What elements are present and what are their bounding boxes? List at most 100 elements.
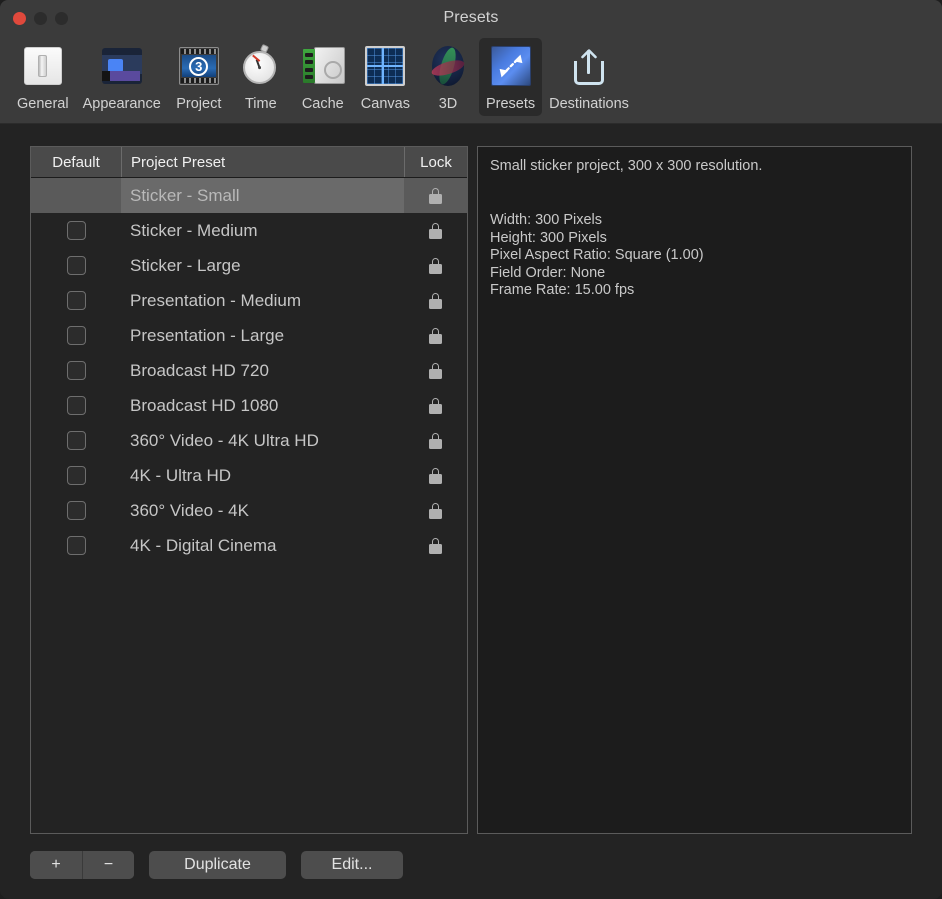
default-checkbox[interactable] (67, 256, 86, 275)
toolbar-label-general: General (17, 96, 69, 112)
toolbar-label-presets: Presets (486, 96, 535, 112)
preset-name-cell[interactable]: Broadcast HD 1080 (121, 388, 404, 423)
default-checkbox[interactable] (67, 466, 86, 485)
toolbar-item-presets[interactable]: Presets (479, 38, 542, 116)
toolbar-item-destinations[interactable]: Destinations (542, 38, 636, 116)
detail-property-line: Field Order: None (490, 265, 899, 283)
table-row[interactable]: Presentation - Large (31, 318, 467, 353)
default-cell[interactable] (31, 283, 121, 318)
default-cell[interactable] (31, 388, 121, 423)
lock-icon (429, 223, 442, 239)
default-cell[interactable] (31, 493, 121, 528)
toolbar-label-project: Project (176, 96, 221, 112)
lock-cell[interactable] (404, 493, 467, 528)
default-cell[interactable] (31, 178, 121, 213)
preset-action-buttons: + − Duplicate Edit... (30, 851, 912, 879)
table-row[interactable]: Broadcast HD 1080 (31, 388, 467, 423)
toolbar-item-canvas[interactable]: Canvas (354, 38, 417, 116)
preset-name-cell[interactable]: Broadcast HD 720 (121, 353, 404, 388)
lock-icon (429, 293, 442, 309)
toolbar-item-3d[interactable]: 3D (417, 38, 479, 116)
toolbar-item-time[interactable]: Time (230, 38, 292, 116)
table-row[interactable]: Sticker - Medium (31, 213, 467, 248)
default-cell[interactable] (31, 213, 121, 248)
toolbar-item-cache[interactable]: Cache (292, 38, 354, 116)
detail-property-line: Pixel Aspect Ratio: Square (1.00) (490, 247, 899, 265)
lock-cell[interactable] (404, 213, 467, 248)
default-cell[interactable] (31, 318, 121, 353)
lock-cell[interactable] (404, 458, 467, 493)
maximize-button-icon[interactable] (55, 12, 68, 25)
default-cell[interactable] (31, 423, 121, 458)
toolbar-label-destinations: Destinations (549, 96, 629, 112)
column-header-default[interactable]: Default (31, 147, 121, 177)
default-checkbox[interactable] (67, 291, 86, 310)
lock-cell[interactable] (404, 318, 467, 353)
lock-cell[interactable] (404, 353, 467, 388)
toolbar-label-cache: Cache (302, 96, 344, 112)
default-checkbox[interactable] (67, 221, 86, 240)
default-checkbox[interactable] (67, 326, 86, 345)
lock-icon (429, 398, 442, 414)
preset-detail-pane: Small sticker project, 300 x 300 resolut… (477, 146, 912, 834)
stopwatch-icon (237, 42, 285, 90)
default-checkbox[interactable] (67, 536, 86, 555)
lock-cell[interactable] (404, 528, 467, 563)
toolbar-item-general[interactable]: General (10, 38, 76, 116)
table-row[interactable]: Sticker - Small (31, 178, 467, 213)
default-checkbox[interactable] (67, 431, 86, 450)
column-header-project-preset[interactable]: Project Preset (121, 147, 404, 177)
lock-cell[interactable] (404, 248, 467, 283)
remove-preset-button[interactable]: − (82, 851, 134, 879)
table-row[interactable]: Presentation - Medium (31, 283, 467, 318)
add-preset-button[interactable]: + (30, 851, 82, 879)
preset-name-cell[interactable]: 360° Video - 4K Ultra HD (121, 423, 404, 458)
traffic-light-group (13, 12, 68, 25)
lock-cell[interactable] (404, 283, 467, 318)
duplicate-preset-button[interactable]: Duplicate (149, 851, 286, 879)
table-row[interactable]: 4K - Ultra HD (31, 458, 467, 493)
preset-list-body[interactable]: Sticker - SmallSticker - MediumSticker -… (31, 178, 467, 833)
default-checkbox[interactable] (67, 501, 86, 520)
table-row[interactable]: 4K - Digital Cinema (31, 528, 467, 563)
preset-name-cell[interactable]: Sticker - Medium (121, 213, 404, 248)
preset-name-cell[interactable]: Sticker - Large (121, 248, 404, 283)
default-checkbox[interactable] (67, 361, 86, 380)
lock-icon (429, 503, 442, 519)
edit-preset-button[interactable]: Edit... (301, 851, 403, 879)
preset-list-header: Default Project Preset Lock (31, 147, 467, 178)
preset-name-cell[interactable]: Presentation - Large (121, 318, 404, 353)
toolbar-item-appearance[interactable]: Appearance (76, 38, 168, 116)
default-cell[interactable] (31, 353, 121, 388)
lock-cell[interactable] (404, 423, 467, 458)
lock-icon (429, 468, 442, 484)
detail-property-line: Width: 300 Pixels (490, 212, 899, 230)
toolbar-item-project[interactable]: 3 Project (168, 38, 230, 116)
toolbar-label-appearance: Appearance (83, 96, 161, 112)
window-title: Presets (0, 9, 942, 27)
default-cell[interactable] (31, 248, 121, 283)
default-checkbox[interactable] (67, 396, 86, 415)
table-row[interactable]: 360° Video - 4K (31, 493, 467, 528)
lock-cell[interactable] (404, 388, 467, 423)
default-cell[interactable] (31, 458, 121, 493)
minimize-button-icon[interactable] (34, 12, 47, 25)
lock-icon (429, 328, 442, 344)
preset-name-cell[interactable]: Presentation - Medium (121, 283, 404, 318)
lock-cell[interactable] (404, 178, 467, 213)
table-row[interactable]: Broadcast HD 720 (31, 353, 467, 388)
preset-name-cell[interactable]: Sticker - Small (121, 178, 404, 213)
table-row[interactable]: Sticker - Large (31, 248, 467, 283)
preset-name-cell[interactable]: 360° Video - 4K (121, 493, 404, 528)
close-button-icon[interactable] (13, 12, 26, 25)
table-row[interactable]: 360° Video - 4K Ultra HD (31, 423, 467, 458)
detail-property-line: Height: 300 Pixels (490, 230, 899, 248)
detail-property-line: Frame Rate: 15.00 fps (490, 282, 899, 300)
preferences-toolbar: General Appearance 3 Project (0, 36, 942, 124)
preset-name-cell[interactable]: 4K - Digital Cinema (121, 528, 404, 563)
preset-detail-properties: Width: 300 PixelsHeight: 300 PixelsPixel… (490, 212, 899, 300)
preset-name-cell[interactable]: 4K - Ultra HD (121, 458, 404, 493)
default-cell[interactable] (31, 528, 121, 563)
column-header-lock[interactable]: Lock (404, 147, 467, 177)
lock-icon (429, 188, 442, 204)
